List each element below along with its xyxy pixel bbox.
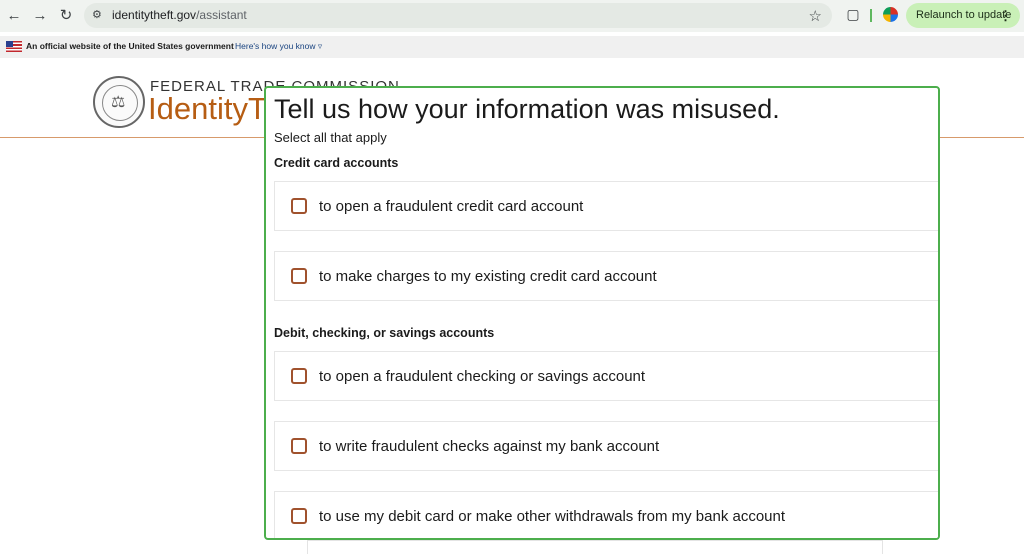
checkbox[interactable] [291, 438, 307, 454]
chevron-down-icon: ▿ [317, 41, 323, 51]
address-bar[interactable]: ⚙ identitytheft.gov/assistant ☆ [84, 3, 832, 28]
forward-arrow-icon[interactable]: → [30, 6, 50, 26]
heres-how-you-know-link[interactable]: Here's how you know ▿ [235, 41, 322, 52]
checkbox[interactable] [291, 198, 307, 214]
option-open-fraudulent-credit-card[interactable]: to open a fraudulent credit card account [274, 181, 938, 231]
checkbox[interactable] [291, 508, 307, 524]
reload-icon[interactable]: ↻ [56, 6, 76, 26]
option-label: to open a fraudulent checking or savings… [319, 368, 646, 385]
gov-banner-text: An official website of the United States… [26, 41, 234, 51]
checkbox[interactable] [291, 368, 307, 384]
option-label: to write fraudulent checks against my ba… [319, 438, 660, 455]
url-domain: identitytheft.gov [112, 8, 197, 22]
gov-banner-link-text: Here's how you know [235, 41, 316, 51]
question-subtitle: Select all that apply [274, 130, 387, 145]
relaunch-button[interactable]: Relaunch to update ⋮ [906, 3, 1020, 28]
ftc-seal-logo: ⚖ [93, 76, 145, 128]
option-label: to open a fraudulent credit card account [319, 198, 584, 215]
option-debit-card-withdrawals[interactable]: to use my debit card or make other withd… [274, 491, 938, 538]
menu-dots-icon[interactable]: ⋮ [999, 3, 1012, 28]
question-title: Tell us how your information was misused… [274, 94, 780, 124]
url-text[interactable]: identitytheft.gov/assistant [112, 8, 247, 22]
option-charges-existing-credit-card[interactable]: to make charges to my existing credit ca… [274, 251, 938, 301]
section-label-credit-cards: Credit card accounts [274, 156, 399, 170]
scales-icon: ⚖ [111, 94, 126, 111]
site-brand-logo[interactable]: IdentityTheft.gov [148, 91, 268, 127]
question-panel: Tell us how your information was misused… [264, 86, 940, 540]
url-path: /assistant [196, 8, 247, 22]
back-arrow-icon[interactable]: ← [4, 6, 24, 26]
site-settings-icon[interactable]: ⚙ [92, 8, 106, 22]
toolbar-separator [870, 9, 872, 22]
option-open-fraudulent-checking[interactable]: to open a fraudulent checking or savings… [274, 351, 938, 401]
option-label: to use my debit card or make other withd… [319, 508, 786, 525]
us-flag-icon [6, 41, 22, 52]
section-label-debit-checking-savings: Debit, checking, or savings accounts [274, 326, 495, 340]
profile-avatar-icon[interactable] [883, 7, 898, 22]
option-label: to make charges to my existing credit ca… [319, 268, 657, 285]
option-fraudulent-checks[interactable]: to write fraudulent checks against my ba… [274, 421, 938, 471]
browser-toolbar: ← → ↻ ⚙ identitytheft.gov/assistant ☆ ▢ … [0, 0, 1024, 32]
background-card [307, 540, 883, 554]
extensions-icon[interactable]: ▢ [844, 6, 862, 24]
bookmark-star-icon[interactable]: ☆ [809, 7, 822, 25]
checkbox[interactable] [291, 268, 307, 284]
gov-banner: An official website of the United States… [0, 36, 1024, 58]
relaunch-label: Relaunch to update [916, 9, 1012, 21]
